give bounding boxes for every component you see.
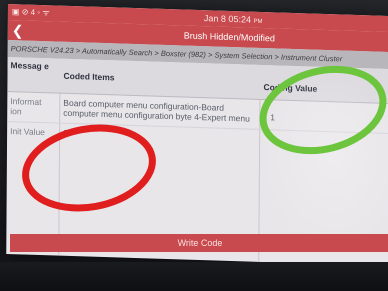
row-coded-item: Board computer menu configuration-Board … [63,97,250,124]
coding-table: Messag e Coded Items Coding Value Inform… [7,56,388,265]
device-screen: ▣ ⊘ 4 ◦ ᯤ Jan 8 05:24 PM ❮ Brush Hidden/… [6,4,388,267]
row-coding-value[interactable]: 1 [270,112,275,122]
row-message: Informat ion [10,96,42,117]
clock-time: Jan 8 05:24 [203,13,252,25]
header-message: Messag e [10,60,49,72]
back-arrow-icon[interactable]: ❮ [12,22,24,38]
header-coded-items: Coded Items [63,70,115,83]
row-message: Init Value [10,126,45,138]
write-code-button[interactable]: Write Code [10,234,388,252]
clock-suffix: PM [253,18,263,25]
photo-background: ▣ ⊘ 4 ◦ ᯤ Jan 8 05:24 PM ❮ Brush Hidden/… [0,0,388,291]
device-bezel [0,262,388,291]
header-coding-value: Coding Value [263,82,318,94]
row-coded-item: 0 [63,127,68,138]
status-icons: ▣ ⊘ 4 ◦ ᯤ [11,7,50,18]
